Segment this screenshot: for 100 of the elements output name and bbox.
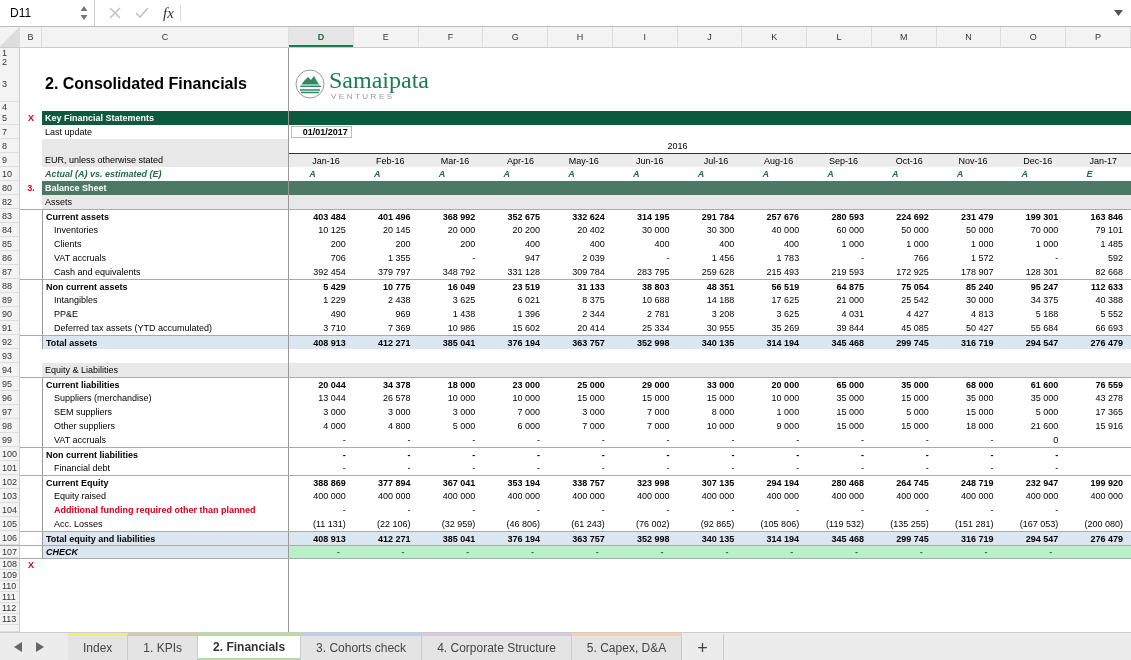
row-number: 98 bbox=[0, 419, 20, 433]
table-cell-text: 3 625 bbox=[451, 295, 477, 305]
table-cell-text: 75 054 bbox=[900, 281, 930, 292]
table-cell-text: - bbox=[859, 505, 865, 515]
table-cell-text: 377 894 bbox=[377, 477, 412, 488]
table-cell-text: 35 000 bbox=[964, 393, 995, 403]
table-cell-text: 969 bbox=[394, 309, 412, 319]
table-cell-text: (32 959) bbox=[440, 519, 477, 529]
row-number: 89 bbox=[0, 293, 20, 307]
table-cell-text: 345 468 bbox=[830, 533, 865, 544]
table-cell-text: 385 041 bbox=[441, 337, 477, 348]
sheet-tab[interactable]: 1. KPIs bbox=[128, 633, 199, 660]
table-cell-text: - bbox=[665, 253, 671, 263]
table-cell-text: 163 846 bbox=[1089, 211, 1124, 222]
table-cell-text: - bbox=[1054, 505, 1060, 515]
table-cell-text: 5 000 bbox=[451, 421, 477, 431]
caret-icon[interactable] bbox=[1114, 9, 1123, 17]
sheet-tab[interactable]: 4. Corporate Structure bbox=[422, 633, 572, 660]
group-label: Equity & Liabilities bbox=[45, 365, 119, 375]
table-cell-text: 21 600 bbox=[1029, 421, 1060, 431]
table-cell-text: 15 000 bbox=[576, 393, 606, 403]
table-cell-text: 291 784 bbox=[700, 211, 736, 222]
table-cell-text: (92 865) bbox=[699, 519, 736, 529]
previous-sheet-icon[interactable] bbox=[14, 641, 22, 652]
column-header[interactable]: L bbox=[807, 27, 872, 47]
row-number: 7 bbox=[0, 125, 20, 139]
column-header[interactable]: F bbox=[418, 27, 484, 47]
table-cell-text: 259 628 bbox=[700, 267, 736, 277]
table-cell-text: 340 135 bbox=[700, 337, 736, 348]
name-box[interactable]: D11 bbox=[0, 0, 95, 26]
next-sheet-icon[interactable] bbox=[36, 641, 44, 652]
column-header[interactable]: G bbox=[483, 27, 549, 47]
row-number: 8 bbox=[0, 139, 20, 153]
table-cell-text: - bbox=[600, 449, 606, 460]
table-cell-text: 331 128 bbox=[506, 267, 542, 277]
table-cell-text: 376 194 bbox=[506, 337, 542, 348]
table-cell-text: 307 135 bbox=[700, 477, 736, 488]
table-cell-text: 34 375 bbox=[1029, 295, 1060, 305]
table-cell-text: 35 269 bbox=[770, 323, 801, 333]
row-number: 86 bbox=[0, 251, 20, 265]
table-cell-text: 280 468 bbox=[830, 477, 865, 488]
table-cell-text: 70 000 bbox=[1029, 225, 1060, 235]
table-cell-text: 3 000 bbox=[322, 407, 347, 417]
row-label: Non current assets bbox=[46, 281, 128, 292]
column-header[interactable]: H bbox=[548, 27, 613, 47]
row-label: Current assets bbox=[46, 211, 110, 222]
column-header[interactable]: J bbox=[677, 27, 743, 47]
flag-cell-text: A bbox=[696, 169, 706, 179]
table-cell-text: - bbox=[400, 547, 406, 557]
sheet-tab[interactable]: 2. Financials bbox=[198, 633, 302, 660]
table-cell-text: 10 775 bbox=[382, 281, 412, 292]
function-button[interactable]: fx bbox=[163, 4, 181, 22]
row-marker: X bbox=[28, 113, 34, 123]
column-header[interactable]: K bbox=[742, 27, 808, 47]
row-number: 92 bbox=[0, 335, 20, 349]
table-cell-text: 35 000 bbox=[835, 393, 865, 403]
row-label: VAT accruals bbox=[53, 253, 107, 263]
table-cell-text: 17 625 bbox=[770, 295, 801, 305]
sheet-tab[interactable]: Index bbox=[68, 633, 129, 660]
column-header[interactable]: I bbox=[612, 27, 678, 47]
table-cell-text: - bbox=[730, 505, 736, 515]
table-cell-text: 400 000 bbox=[636, 491, 671, 501]
table-cell-text: 43 278 bbox=[1094, 393, 1124, 403]
table-cell-text: 15 000 bbox=[900, 393, 930, 403]
row-number: 99 bbox=[0, 433, 20, 447]
table-cell-text: 25 542 bbox=[900, 295, 930, 305]
table-cell-text: (119 532) bbox=[825, 519, 865, 529]
column-header[interactable]: O bbox=[1001, 27, 1067, 47]
sheet-tab[interactable]: 5. Capex, D&A bbox=[571, 633, 683, 660]
row-label: Suppliers (merchandise) bbox=[53, 393, 152, 403]
row-number: 88 bbox=[0, 279, 20, 293]
table-cell-text: 55 684 bbox=[1029, 323, 1060, 333]
column-header[interactable]: E bbox=[353, 27, 419, 47]
column-header[interactable]: P bbox=[1066, 27, 1131, 47]
row-number: 104 bbox=[0, 503, 20, 517]
sheet-tab[interactable]: 3. Cohorts check bbox=[301, 633, 423, 660]
row-number: 83 bbox=[0, 209, 20, 223]
column-header[interactable]: N bbox=[936, 27, 1002, 47]
table-cell-text: - bbox=[795, 449, 801, 460]
column-header[interactable]: B bbox=[20, 27, 42, 47]
table-cell-text: 1 000 bbox=[905, 239, 930, 249]
date-cell[interactable]: 01/01/2017 bbox=[291, 126, 352, 138]
table-cell-text: 2 438 bbox=[387, 295, 412, 305]
table-cell-text: 18 000 bbox=[446, 379, 477, 390]
flag-cell-text: A bbox=[1020, 169, 1030, 179]
column-label: Jul-16 bbox=[702, 155, 730, 166]
table-cell-text: 276 479 bbox=[1089, 533, 1124, 544]
table-cell-text: - bbox=[341, 463, 347, 473]
table-cell-text: 400 bbox=[718, 239, 736, 249]
table-cell-text: 376 194 bbox=[506, 533, 542, 544]
column-header[interactable]: D bbox=[289, 27, 354, 47]
table-cell-text: 323 998 bbox=[636, 477, 671, 488]
row-number: 5 bbox=[0, 111, 20, 125]
table-cell-text: 385 041 bbox=[441, 533, 477, 544]
column-header[interactable]: M bbox=[871, 27, 937, 47]
table-cell-text: 316 719 bbox=[959, 533, 995, 544]
table-cell-text: 400 000 bbox=[571, 491, 606, 501]
table-cell-text: - bbox=[465, 547, 471, 557]
table-cell-text: 30 300 bbox=[705, 225, 736, 235]
table-cell-text: 706 bbox=[329, 253, 347, 263]
